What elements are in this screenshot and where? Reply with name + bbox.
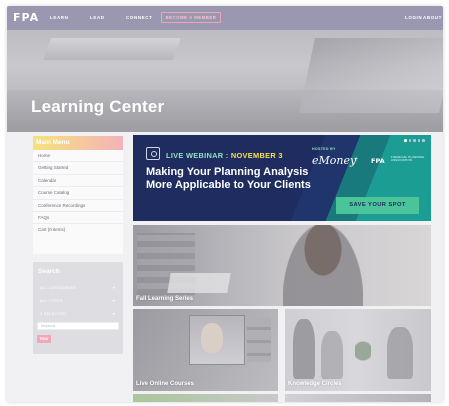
page-title: Learning Center (31, 97, 165, 116)
nav-link-about[interactable]: ABOUT (423, 15, 442, 20)
menu-item-calendar[interactable]: Calendar (33, 175, 123, 188)
find-button[interactable]: FIND (37, 335, 51, 343)
hosted-by-label: HOSTED BY (312, 147, 336, 151)
carousel-dot[interactable] (422, 139, 425, 142)
nav-link-lead[interactable]: LEAD (90, 15, 105, 20)
top-nav: FPA LEARN LEAD CONNECT BECOME A MEMBER L… (7, 6, 443, 30)
tile-knowledge-circles[interactable]: Knowledge Circles (285, 309, 431, 391)
tile-image-person (321, 331, 343, 379)
carousel-dots (404, 139, 425, 142)
search-title: Search (38, 268, 60, 275)
tile-image-person (201, 323, 223, 353)
tile-image-person (387, 327, 413, 379)
chevron-down-icon: ▾ (112, 285, 115, 290)
tile-image-video-thumbnails (247, 317, 271, 362)
menu-item-faqs[interactable]: FAQs (33, 212, 123, 225)
tile-partial[interactable] (133, 394, 278, 402)
tile-label: Knowledge Circles (288, 381, 342, 387)
tile-image-laptop (167, 273, 231, 293)
nav-link-login[interactable]: LOGIN (405, 15, 422, 20)
keyword-input[interactable]: Keyword (37, 322, 119, 330)
menu-item-home[interactable]: Home (33, 150, 123, 163)
carousel-dot[interactable] (417, 139, 421, 142)
tile-label: Fall Learning Series (136, 296, 194, 302)
fpa-logo-subtitle: FINANCIAL PLANNING ASSOCIATION (391, 155, 425, 163)
hero-image-notebook (42, 38, 182, 60)
fpa-logo[interactable]: FPA (13, 11, 39, 24)
fpa-logo-small: FPA (371, 157, 385, 165)
menu-item-cart[interactable]: Cart (0 items) (33, 224, 123, 236)
tile-fall-learning-series[interactable]: Fall Learning Series (133, 225, 431, 306)
search-panel: Search ALL CATEGORIES ▾ ALL TYPES ▾ 0 SE… (33, 262, 123, 354)
tile-partial[interactable] (285, 394, 431, 402)
carousel-dot[interactable] (404, 139, 407, 142)
webinar-prefix: LIVE WEBINAR : (166, 151, 229, 160)
chevron-down-icon: ▾ (112, 298, 115, 303)
nav-link-connect[interactable]: CONNECT (126, 15, 152, 20)
menu-item-conference-recordings[interactable]: Conference Recordings (33, 200, 123, 212)
tile-live-online-courses[interactable]: Live Online Courses (133, 309, 278, 391)
webinar-banner[interactable]: LIVE WEBINAR : NOVEMBER 3 Making Your Pl… (133, 135, 431, 221)
tile-label: Live Online Courses (136, 381, 195, 387)
webinar-date: NOVEMBER 3 (230, 151, 283, 160)
save-your-spot-button[interactable]: SAVE YOUR SPOT (336, 197, 419, 214)
type-select-value: ALL TYPES (40, 299, 63, 303)
carousel-dot[interactable] (408, 139, 412, 142)
webinar-label: LIVE WEBINAR : NOVEMBER 3 (166, 151, 283, 160)
selected-filter-select[interactable]: 0 SELECTED ▾ (37, 309, 119, 319)
menu-item-course-catalog[interactable]: Course Catalog (33, 187, 123, 200)
sidebar: Main Menu Home Getting Started Calendar … (33, 136, 123, 354)
chevron-down-icon: ▾ (112, 311, 115, 316)
browser-frame: FPA LEARN LEAD CONNECT BECOME A MEMBER L… (7, 6, 443, 402)
webinar-icon (146, 147, 160, 160)
menu-item-getting-started[interactable]: Getting Started (33, 162, 123, 175)
category-select[interactable]: ALL CATEGORIES ▾ (37, 283, 119, 293)
carousel-dot[interactable] (413, 139, 416, 142)
webinar-headline: Making Your Planning Analysis More Appli… (146, 166, 311, 191)
emoney-logo: eMoney (312, 154, 357, 167)
category-select-value: ALL CATEGORIES (40, 286, 77, 290)
main-menu-title: Main Menu (33, 136, 123, 150)
nav-link-learn[interactable]: LEARN (50, 15, 69, 20)
logo-text: FPA (13, 11, 40, 24)
become-member-button[interactable]: BECOME A MEMBER (161, 12, 221, 23)
tile-image-person (293, 319, 315, 379)
tile-image-person (283, 225, 363, 306)
type-select[interactable]: ALL TYPES ▾ (37, 296, 119, 306)
main-menu: Main Menu Home Getting Started Calendar … (33, 136, 123, 254)
plus-sign: + (354, 156, 359, 163)
hero-banner: Learning Center (7, 30, 443, 132)
tile-image-plant (355, 339, 371, 379)
selected-filter-value: 0 SELECTED (40, 312, 67, 316)
